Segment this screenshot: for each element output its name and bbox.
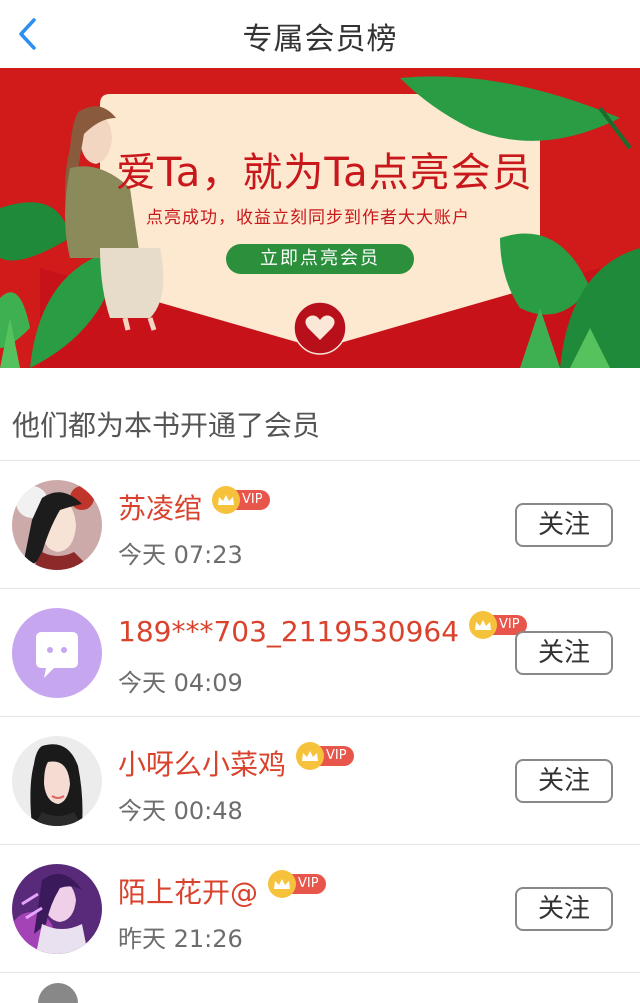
member-name[interactable]: 苏凌绾: [118, 487, 202, 527]
member-name[interactable]: 189***703_2119530964: [118, 615, 459, 648]
avatar[interactable]: [12, 480, 102, 570]
crown-icon: [296, 742, 325, 770]
timestamp: 今天 04:09: [118, 669, 243, 697]
member-name[interactable]: 小呀么小菜鸡: [118, 743, 286, 783]
avatar[interactable]: [12, 864, 102, 954]
vip-badge: VIP: [268, 870, 326, 898]
crown-icon: [268, 870, 297, 898]
list-item[interactable]: 189***703_2119530964 VIP 今天 04:09 关注: [0, 588, 640, 716]
promo-banner[interactable]: 爱Ta，就为Ta点亮会员 点亮成功，收益立刻同步到作者大大账户 立即点亮会员: [0, 68, 640, 368]
timestamp: 昨天 21:26: [118, 925, 243, 953]
timestamp: 今天 00:48: [118, 797, 243, 825]
avatar: [38, 983, 78, 1003]
nav-bar: 专属会员榜: [0, 0, 640, 68]
follow-button[interactable]: 关注: [515, 503, 613, 547]
avatar[interactable]: [12, 608, 102, 698]
vip-badge: VIP: [296, 742, 354, 770]
timestamp: 今天 07:23: [118, 541, 243, 569]
member-name[interactable]: 陌上花开@: [118, 871, 258, 911]
avatar[interactable]: [12, 736, 102, 826]
banner-subtitle: 点亮成功，收益立刻同步到作者大大账户: [146, 208, 470, 228]
follow-button[interactable]: 关注: [515, 759, 613, 803]
banner-cta-button[interactable]: 立即点亮会员: [226, 244, 414, 274]
follow-button[interactable]: 关注: [515, 887, 613, 931]
list-item-partial[interactable]: [0, 972, 640, 1003]
follow-button[interactable]: 关注: [515, 631, 613, 675]
section-title: 他们都为本书开通了会员: [12, 409, 321, 442]
crown-icon: [212, 486, 241, 514]
banner-headline: 爱Ta，就为Ta点亮会员: [116, 150, 533, 196]
vip-badge: VIP: [212, 486, 270, 514]
member-list: 苏凌绾 VIP 今天 07:23 关注 189***703_2119530964…: [0, 460, 640, 972]
list-item[interactable]: 陌上花开@ VIP 昨天 21:26 关注: [0, 844, 640, 972]
list-item[interactable]: 小呀么小菜鸡 VIP 今天 00:48 关注: [0, 716, 640, 844]
page-title: 专属会员榜: [242, 22, 398, 57]
crown-icon: [469, 610, 498, 639]
list-item[interactable]: 苏凌绾 VIP 今天 07:23 关注: [0, 460, 640, 588]
